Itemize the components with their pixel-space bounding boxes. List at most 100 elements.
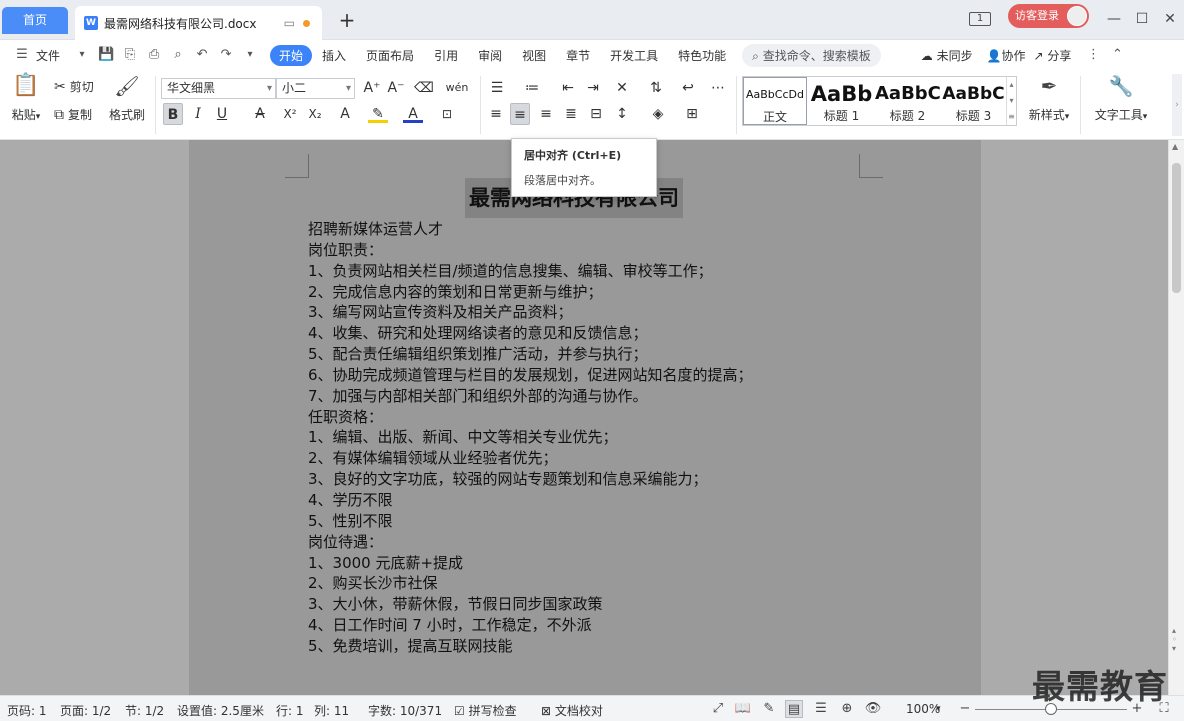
undo-icon[interactable]: ↶ [194,47,210,63]
tab-stop-icon[interactable]: ⋯ [708,77,728,99]
strikethrough-icon[interactable]: A [250,103,270,125]
justify-icon[interactable]: ≣ [561,103,581,125]
grow-font-icon[interactable]: A⁺ [362,77,382,99]
font-size-select[interactable]: 小二 [276,78,355,99]
reading-mode-icon[interactable]: 📖 [734,700,752,718]
document-line[interactable]: 2、购买长沙市社保 [308,573,753,594]
sort-icon[interactable]: ⇅ [646,77,666,99]
highlight-icon[interactable]: ✎ [368,103,388,123]
new-tab-button[interactable]: + [336,9,358,31]
phonetic-icon[interactable]: wén [442,77,472,99]
share-button[interactable]: ↗ 分享 [1030,47,1076,64]
borders-icon[interactable]: ⊞ [682,103,702,125]
document-line[interactable]: 岗位待遇： [308,532,753,553]
bold-icon[interactable]: B [163,103,183,125]
word-count[interactable]: 字数: 10/371 [368,702,442,719]
underline-icon[interactable]: U [212,103,232,125]
align-center-icon[interactable]: ≡ [510,103,530,125]
subscript-icon[interactable]: X₂ [305,103,325,125]
line-spacing-icon[interactable]: ↕ [612,103,632,125]
align-right-icon[interactable]: ≡ [536,103,556,125]
style-scroll-icon[interactable]: ▴ ▾ ≡ [1006,77,1016,125]
screen-icon[interactable]: ▭ [284,16,295,30]
numbered-list-icon[interactable]: ≔ [522,77,542,99]
document-line[interactable]: 5、性别不限 [308,511,753,532]
print-icon[interactable]: ⎙ [146,47,162,63]
char-border-icon[interactable]: ⊡ [437,103,457,125]
close-button[interactable]: ✕ [1160,8,1180,30]
save-icon[interactable]: 💾 [98,47,114,63]
more-quick-icon[interactable]: ▾ [242,47,258,63]
document-line[interactable]: 4、日工作时间 7 小时，工作稳定，不外派 [308,615,753,636]
chevron-down-icon[interactable]: ▾ [74,47,90,63]
document-line[interactable]: 5、配合责任编辑组织策划推广活动，并参与执行； [308,344,753,365]
text-tools-button[interactable]: 🔧 文字工具▾ [1090,76,1152,123]
row-number[interactable]: 行: 1 [276,702,304,719]
minimize-button[interactable]: — [1104,8,1124,30]
maximize-button[interactable]: ☐ [1132,8,1152,30]
fullscreen-icon[interactable]: ⤢ [709,700,727,718]
zoom-out-icon[interactable]: − [956,700,974,718]
more-options-icon[interactable]: ⋮ [1085,47,1101,63]
style-heading2[interactable]: AaBbC 标题 2 [875,77,940,125]
document-line[interactable]: 2、有媒体编辑领域从业经验者优先； [308,448,753,469]
page-view-icon[interactable]: ▤ [785,700,803,718]
scroll-up-icon[interactable]: ▲ [1172,142,1178,151]
tab-home[interactable]: 首页 [2,7,68,34]
style-heading1[interactable]: AaBb 标题 1 [809,77,874,125]
menu-special[interactable]: 特色功能 [668,47,736,64]
document-line[interactable]: 3、良好的文字功底，较强的网站专题策划和信息采编能力； [308,469,753,490]
scroll-thumb[interactable] [1172,163,1181,293]
cut-button[interactable]: ✂ 剪切 [54,78,94,95]
proofread-button[interactable]: ⊠ 文档校对 [541,702,603,719]
document-page[interactable]: 最需网络科技有限公司 招聘新媒体运营人才 岗位职责： 1、负责网站相关栏目/频道的信… [189,140,981,695]
page-count-badge[interactable]: 1 [969,12,991,26]
paste-button[interactable]: 📋 粘贴▾ [8,75,44,123]
document-line[interactable]: 5、免费培训，提高互联网技能 [308,636,753,657]
edit-mode-icon[interactable]: ✎ [760,700,778,718]
export-pdf-icon[interactable]: ⎘ [122,47,138,63]
login-button[interactable]: 访客登录 [1008,4,1089,28]
format-painter-button[interactable]: 🖌 格式刷 [106,76,148,123]
font-name-select[interactable]: 华文细黑 [161,78,276,99]
hamburger-icon[interactable]: ☰ [14,47,30,63]
web-view-icon[interactable]: ⊕ [838,700,856,718]
document-line[interactable]: 1、编辑、出版、新闻、中文等相关专业优先； [308,427,753,448]
decrease-indent-icon[interactable]: ⇤ [558,77,578,99]
document-line[interactable]: 3、大小休，带薪休假，节假日同步国家政策 [308,594,753,615]
spell-check-button[interactable]: ☑ 拼写检查 [454,702,517,719]
new-style-button[interactable]: ✒ 新样式▾ [1024,76,1074,123]
document-line[interactable]: 4、学历不限 [308,490,753,511]
copy-button[interactable]: ⧉ 复制 [54,106,92,123]
document-line[interactable]: 7、加强与内部相关部门和组织外部的沟通与协作。 [308,386,753,407]
chinese-layout-icon[interactable]: ✕ [612,77,632,99]
document-line[interactable]: 1、负责网站相关栏目/频道的信息搜集、编辑、审校等工作； [308,261,753,282]
menu-developer[interactable]: 开发工具 [600,47,668,64]
collapse-ribbon-icon[interactable]: ⌃ [1109,47,1125,63]
ribbon-scroll-right-icon[interactable]: › [1172,74,1182,136]
document-line[interactable]: 岗位职责： [308,240,753,261]
menu-references[interactable]: 引用 [424,47,468,64]
document-line[interactable]: 招聘新媒体运营人才 [308,219,753,240]
outline-view-icon[interactable]: ☰ [812,700,830,718]
document-line[interactable]: 任职资格： [308,407,753,428]
bullet-list-icon[interactable]: ☰ [487,77,507,99]
eye-protect-icon[interactable]: 👁 [864,700,882,718]
zoom-dropdown-icon[interactable]: ▾ [936,704,941,714]
document-line[interactable]: 3、编写网站宣传资料及相关产品资料； [308,302,753,323]
menu-layout[interactable]: 页面布局 [356,47,424,64]
menu-chapter[interactable]: 章节 [556,47,600,64]
font-color-icon[interactable]: A [403,103,423,123]
page-count[interactable]: 页面: 1/2 [60,702,111,719]
section-count[interactable]: 节: 1/2 [125,702,164,719]
italic-icon[interactable]: I [188,103,208,125]
redo-icon[interactable]: ↷ [218,47,234,63]
superscript-icon[interactable]: X² [280,103,300,125]
menu-home[interactable]: 开始 [270,44,313,66]
shrink-font-icon[interactable]: A⁻ [386,77,406,99]
document-line[interactable]: 4、收集、研究和处理网络读者的意见和反馈信息； [308,323,753,344]
page-number[interactable]: 页码: 1 [7,702,47,719]
tab-document[interactable]: W 最需网络科技有限公司.docx ▭ [75,6,322,40]
style-normal[interactable]: AaBbCcDd 正文 [743,77,807,125]
clear-format-icon[interactable]: ⌫ [414,77,434,99]
